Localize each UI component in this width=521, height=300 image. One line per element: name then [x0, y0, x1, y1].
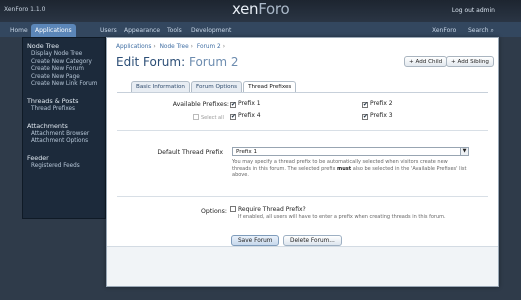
tab-basic-information[interactable]: Basic Information	[131, 81, 190, 92]
require-prefix-label: Require Thread Prefix?	[238, 206, 306, 213]
default-prefix-value: Prefix 1	[236, 149, 258, 155]
page-title-name: Forum 2	[188, 55, 239, 69]
section-divider-2	[117, 196, 488, 197]
chevron-down-icon[interactable]: ▼	[460, 148, 468, 155]
sidebar: Node Tree Display Node Tree Create New C…	[22, 37, 106, 219]
search-label: Search	[468, 27, 489, 34]
prefix-3-option[interactable]: ✔ Prefix 3	[362, 112, 393, 120]
tab-tools[interactable]: Tools	[163, 25, 186, 36]
sidebar-heading-feeder: Feeder	[27, 153, 49, 162]
breadcrumb-applications[interactable]: Applications	[116, 44, 151, 50]
logo-main: xen	[232, 0, 259, 18]
select-all-checkbox[interactable]	[193, 114, 199, 120]
delete-forum-button[interactable]: Delete Forum...	[283, 235, 342, 246]
prefix-4-label: Prefix 4	[238, 112, 261, 119]
logout-link[interactable]: Log out admin	[452, 7, 495, 14]
sidebar-item-display-node-tree[interactable]: Display Node Tree	[23, 51, 105, 59]
require-prefix-checkbox[interactable]	[230, 206, 236, 212]
tab-appearance[interactable]: Appearance	[120, 25, 164, 36]
sidebar-item-attachment-browser[interactable]: Attachment Browser	[23, 131, 105, 139]
xenforo-link[interactable]: XenForo	[432, 25, 456, 36]
section-divider	[117, 130, 488, 131]
main-panel: Applications › Node Tree › Forum 2 › Edit F…	[106, 37, 499, 287]
select-all-label: Select all	[201, 115, 224, 121]
breadcrumb: Applications › Node Tree › Forum 2 ›	[116, 44, 226, 50]
sidebar-item-create-link-forum[interactable]: Create New Link Forum	[23, 81, 105, 89]
admin-header: XenForo 1.1.0 xenForo Log out admin	[0, 0, 521, 22]
prefix-4-option[interactable]: ✔ Prefix 4	[230, 112, 261, 120]
sidebar-item-create-page[interactable]: Create New Page	[23, 74, 105, 82]
tab-development[interactable]: Development	[187, 25, 235, 36]
prefix-2-checkbox[interactable]: ✔	[362, 102, 368, 108]
select-all-option[interactable]: Select all	[193, 114, 224, 121]
tab-thread-prefixes[interactable]: Thread Prefixes	[243, 81, 297, 92]
form-footer	[107, 246, 498, 286]
options-label: Options:	[201, 208, 227, 215]
prefix-3-checkbox[interactable]: ✔	[362, 114, 368, 120]
page-title-prefix: Edit Forum:	[116, 55, 186, 69]
logo-rest: Foro	[258, 0, 290, 18]
sidebar-item-attachment-options[interactable]: Attachment Options	[23, 138, 105, 146]
form-tabs: Basic Information Forum Options Thread Pre…	[131, 81, 297, 92]
save-forum-button[interactable]: Save Forum	[231, 235, 280, 246]
tab-forum-options[interactable]: Forum Options	[190, 81, 243, 92]
prefix-2-label: Prefix 2	[370, 100, 393, 107]
add-child-button[interactable]: + Add Child	[404, 56, 448, 67]
prefix-2-option[interactable]: ✔ Prefix 2	[362, 100, 393, 108]
add-sibling-button[interactable]: + Add Sibling	[446, 56, 494, 67]
breadcrumb-node-tree[interactable]: Node Tree	[160, 44, 189, 50]
search-icon: ⌕	[490, 27, 494, 34]
tab-applications[interactable]: Applications	[31, 24, 76, 37]
prefix-3-label: Prefix 3	[370, 112, 393, 119]
tab-underline	[117, 92, 488, 93]
tab-home[interactable]: Home	[6, 25, 32, 36]
require-prefix-hint: If enabled, all users will have to enter…	[238, 214, 446, 220]
available-prefixes-label: Available Prefixes:	[172, 101, 229, 108]
prefix-4-checkbox[interactable]: ✔	[230, 114, 236, 120]
sidebar-item-thread-prefixes[interactable]: Thread Prefixes	[23, 106, 105, 114]
default-prefix-hint: You may specify a thread prefix to be au…	[232, 159, 467, 179]
prefix-1-checkbox[interactable]: ✔	[230, 102, 236, 108]
xenforo-logo[interactable]: xenForo	[232, 0, 290, 18]
require-prefix-option[interactable]: Require Thread Prefix?	[230, 206, 306, 213]
search-link[interactable]: Search ⌕	[468, 25, 494, 36]
prefix-1-label: Prefix 1	[238, 100, 261, 107]
page-title: Edit Forum: Forum 2	[116, 55, 238, 69]
prefix-1-option[interactable]: ✔ Prefix 1	[230, 100, 261, 108]
main-nav: Home Applications Users Appearance Tools…	[0, 22, 521, 37]
default-prefix-select[interactable]: Prefix 1 ▼	[232, 147, 469, 156]
sidebar-item-create-forum[interactable]: Create New Forum	[23, 66, 105, 74]
tab-users[interactable]: Users	[96, 25, 121, 36]
default-prefix-label: Default Thread Prefix	[157, 149, 223, 156]
app-version[interactable]: XenForo 1.1.0	[4, 6, 45, 13]
sidebar-heading-attachments: Attachments	[27, 121, 68, 130]
sidebar-item-create-category[interactable]: Create New Category	[23, 59, 105, 67]
breadcrumb-forum[interactable]: Forum 2	[197, 44, 221, 50]
sidebar-item-registered-feeds[interactable]: Registered Feeds	[23, 163, 105, 171]
sidebar-heading-threads-posts: Threads & Posts	[27, 96, 79, 105]
sidebar-heading-node-tree: Node Tree	[27, 42, 60, 50]
